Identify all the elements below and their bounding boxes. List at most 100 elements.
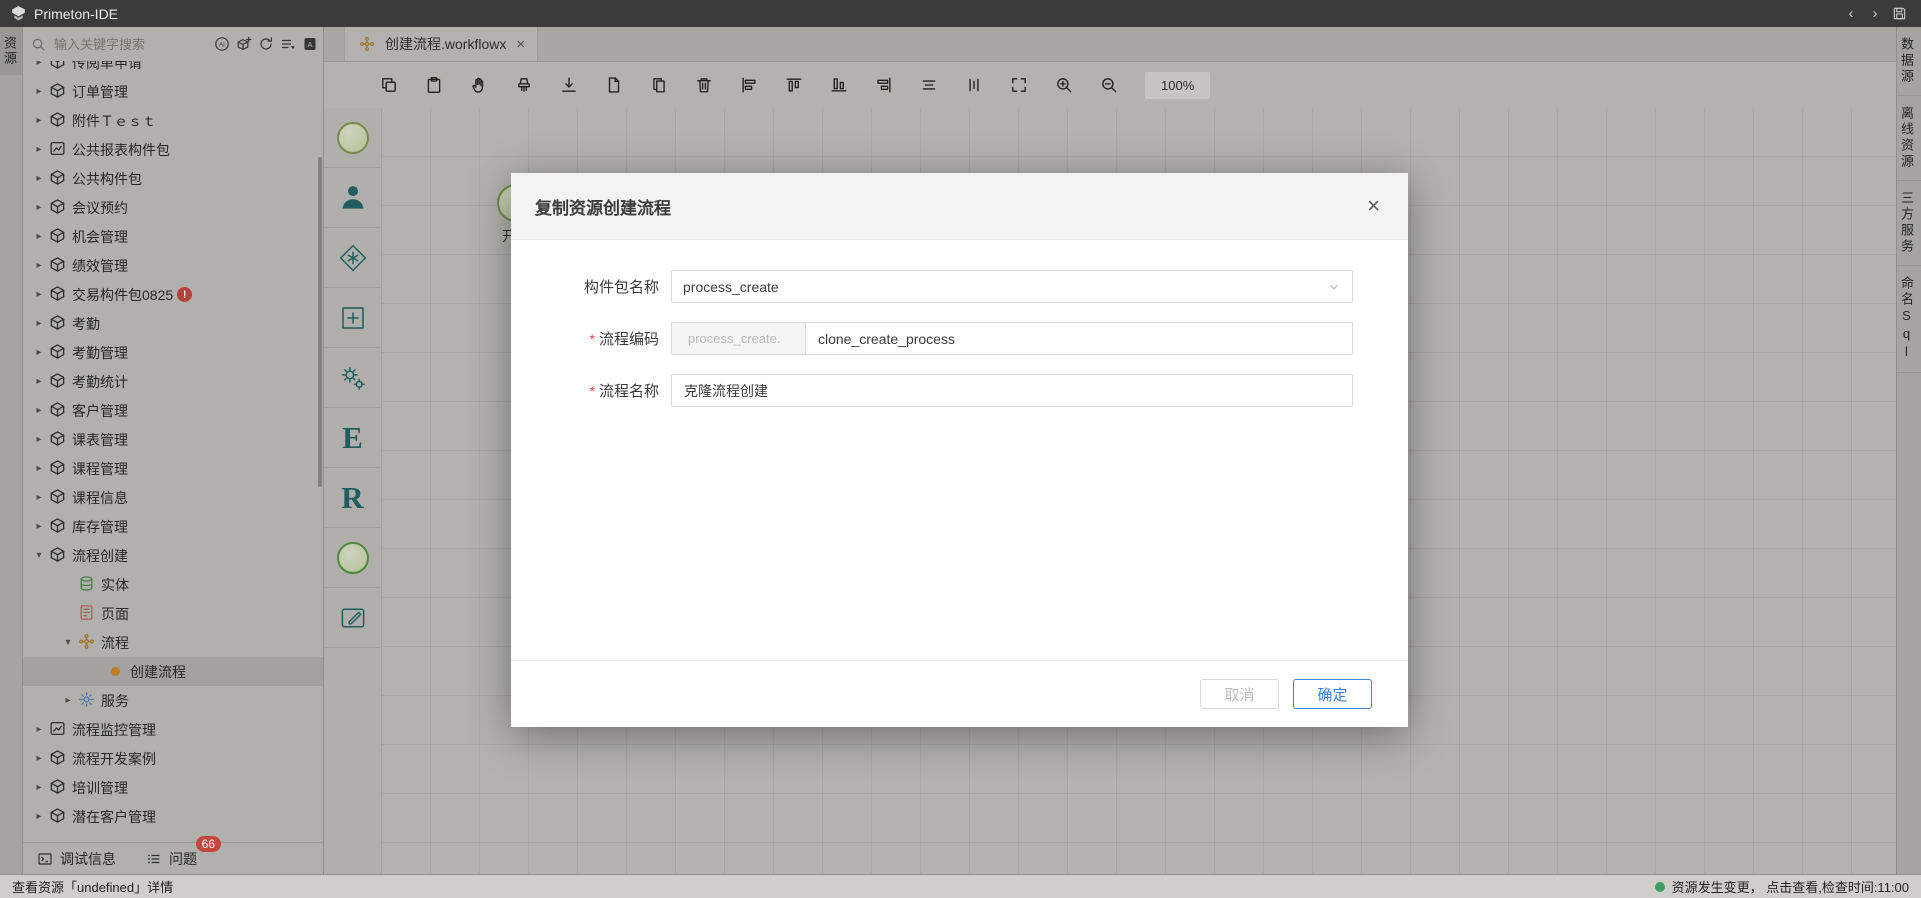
caret-closed-icon[interactable]: ▸ <box>31 405 47 416</box>
tree-item[interactable]: ▸绩效管理 <box>23 251 323 280</box>
caret-closed-icon[interactable]: ▸ <box>31 289 47 300</box>
right-rail-tab-0[interactable]: 数据源 <box>1897 27 1921 96</box>
right-rail-tab-2[interactable]: 三方服务 <box>1897 181 1921 266</box>
delete-button[interactable] <box>689 70 719 100</box>
tree-item[interactable]: ▸考勤统计 <box>23 367 323 396</box>
hand-button[interactable] <box>464 70 494 100</box>
tab-workflow-file[interactable]: 创建流程.workflowx × <box>344 27 538 61</box>
tree-item[interactable]: ▸考勤 <box>23 309 323 338</box>
tree-item[interactable]: ▸公共报表构件包 <box>23 135 323 164</box>
caret-closed-icon[interactable]: ▸ <box>31 115 47 126</box>
align-top-button[interactable] <box>779 70 809 100</box>
ok-button[interactable]: 确定 <box>1293 679 1372 709</box>
import-button[interactable] <box>554 70 584 100</box>
problems-tab[interactable]: 问题 66 <box>146 849 197 869</box>
caret-closed-icon[interactable]: ▸ <box>31 86 47 97</box>
caret-closed-icon[interactable]: ▸ <box>31 811 47 822</box>
search-box[interactable] <box>31 32 209 56</box>
caret-closed-icon[interactable]: ▸ <box>31 347 47 358</box>
document-button[interactable] <box>599 70 629 100</box>
ai-icon[interactable]: AI <box>212 33 231 55</box>
caret-closed-icon[interactable]: ▸ <box>31 231 47 242</box>
caret-closed-icon[interactable]: ▸ <box>31 260 47 271</box>
status-right[interactable]: 资源发生变更， 点击查看,检查时间:11:00 <box>1655 877 1909 896</box>
right-rail-tab-1[interactable]: 离线资源 <box>1897 96 1921 181</box>
package-name-select[interactable]: process_create <box>671 270 1353 303</box>
caret-closed-icon[interactable]: ▸ <box>31 724 47 735</box>
palette-start-event[interactable] <box>324 108 381 168</box>
tree-item[interactable]: ▸培训管理 <box>23 773 323 802</box>
caret-open-icon[interactable]: ▾ <box>31 550 47 561</box>
tree-item[interactable]: ▸客户管理 <box>23 396 323 425</box>
cube-add-icon[interactable] <box>234 33 253 55</box>
tree-item[interactable]: ▸交易构件包0825! <box>23 280 323 309</box>
caret-closed-icon[interactable]: ▸ <box>31 782 47 793</box>
caret-closed-icon[interactable]: ▸ <box>31 521 47 532</box>
back-icon[interactable]: ‹ <box>1839 4 1863 24</box>
tree-item[interactable]: 创建流程 <box>23 657 323 686</box>
zoom-level-display[interactable]: 100% <box>1145 72 1210 99</box>
tree-item[interactable]: ▸机会管理 <box>23 222 323 251</box>
sidebar-scrollbar[interactable] <box>318 157 322 487</box>
palette-rule-task[interactable]: R <box>324 468 381 528</box>
tree-item[interactable]: ▸课程管理 <box>23 454 323 483</box>
process-name-input[interactable] <box>672 375 1352 406</box>
tree-item[interactable]: ▸公共构件包 <box>23 164 323 193</box>
copy-button[interactable] <box>374 70 404 100</box>
tree-item[interactable]: ▸附件Ｔｅｓｔ <box>23 106 323 135</box>
caret-closed-icon[interactable]: ▸ <box>31 318 47 329</box>
tree-item[interactable]: ▸订单管理 <box>23 77 323 106</box>
caret-closed-icon[interactable]: ▸ <box>31 376 47 387</box>
align-bottom-button[interactable] <box>824 70 854 100</box>
cancel-button[interactable]: 取消 <box>1200 679 1279 709</box>
palette-gateway[interactable] <box>324 228 381 288</box>
tree-item[interactable]: ▸库存管理 <box>23 512 323 541</box>
tree-item[interactable]: ▸课程信息 <box>23 483 323 512</box>
palette-subprocess[interactable] <box>324 288 381 348</box>
caret-closed-icon[interactable]: ▸ <box>31 753 47 764</box>
palette-note[interactable] <box>324 588 381 648</box>
dialog-close-icon[interactable]: × <box>1363 195 1384 217</box>
palette-user-task[interactable] <box>324 168 381 228</box>
tree-item[interactable]: ▸服务 <box>23 686 323 715</box>
distribute-h-button[interactable] <box>914 70 944 100</box>
caret-closed-icon[interactable]: ▸ <box>31 202 47 213</box>
tree-item[interactable]: ▸课表管理 <box>23 425 323 454</box>
align-left-button[interactable] <box>734 70 764 100</box>
process-code-input[interactable] <box>806 323 1352 354</box>
zoom-in-button[interactable] <box>1049 70 1079 100</box>
tab-close-icon[interactable]: × <box>516 37 525 52</box>
copy-doc-button[interactable] <box>644 70 674 100</box>
tree-item[interactable]: ▸会议预约 <box>23 193 323 222</box>
caret-closed-icon[interactable]: ▸ <box>31 463 47 474</box>
tree-item[interactable]: 页面 <box>23 599 323 628</box>
tree-item[interactable]: ▸潜在客户管理 <box>23 802 323 831</box>
caret-closed-icon[interactable]: ▸ <box>31 434 47 445</box>
forward-icon[interactable]: › <box>1863 4 1887 24</box>
caret-closed-icon[interactable]: ▸ <box>60 695 76 706</box>
sort-list-icon[interactable] <box>278 33 297 55</box>
search-input[interactable] <box>52 36 209 53</box>
zoom-out-button[interactable] <box>1094 70 1124 100</box>
tree-item[interactable]: ▾流程 <box>23 628 323 657</box>
tree-item[interactable]: ▸传阅单申请 <box>23 61 323 77</box>
paste-button[interactable] <box>419 70 449 100</box>
tree-item[interactable]: 实体 <box>23 570 323 599</box>
caret-closed-icon[interactable]: ▸ <box>31 173 47 184</box>
distribute-v-button[interactable] <box>959 70 989 100</box>
caret-closed-icon[interactable]: ▸ <box>31 144 47 155</box>
tree-item[interactable]: ▸流程监控管理 <box>23 715 323 744</box>
palette-end-event[interactable] <box>324 528 381 588</box>
caret-open-icon[interactable]: ▾ <box>60 637 76 648</box>
tree-item[interactable]: ▸流程开发案例 <box>23 744 323 773</box>
caret-closed-icon[interactable]: ▸ <box>31 61 47 68</box>
tree-item[interactable]: ▸考勤管理 <box>23 338 323 367</box>
palette-service-task[interactable] <box>324 348 381 408</box>
fit-screen-button[interactable] <box>1004 70 1034 100</box>
right-rail-tab-3[interactable]: 命名Sql <box>1897 266 1921 373</box>
refresh-icon[interactable] <box>256 33 275 55</box>
save-icon[interactable] <box>1887 4 1911 24</box>
status-left-text[interactable]: 查看资源「undefined」详情 <box>12 877 173 896</box>
caret-closed-icon[interactable]: ▸ <box>31 492 47 503</box>
brush-button[interactable] <box>509 70 539 100</box>
